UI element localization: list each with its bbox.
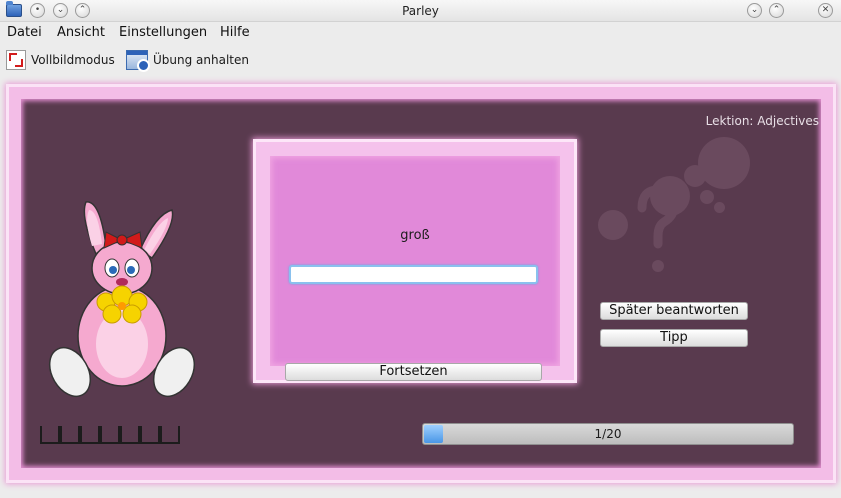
hint-button[interactable]: Tipp bbox=[600, 329, 748, 347]
pause-practice-icon bbox=[126, 50, 150, 72]
score-box bbox=[160, 426, 180, 444]
progress-bar: 1/20 bbox=[422, 423, 794, 445]
score-box bbox=[80, 426, 100, 444]
fullscreen-icon bbox=[6, 50, 26, 70]
question-card bbox=[256, 142, 574, 380]
minimize-icon[interactable]: ⌄ bbox=[747, 3, 762, 18]
score-box bbox=[100, 426, 120, 444]
bubble-decoration bbox=[598, 210, 628, 240]
question-word: groß bbox=[400, 228, 430, 243]
bubble-decoration bbox=[714, 202, 725, 213]
window-title: Parley bbox=[402, 4, 439, 18]
fullscreen-button[interactable]: Vollbildmodus bbox=[6, 49, 115, 71]
bunny-mascot-icon bbox=[48, 201, 196, 397]
lesson-label: Lektion: Adjectives bbox=[705, 114, 819, 128]
answer-later-button[interactable]: Später beantworten bbox=[600, 302, 748, 320]
score-box bbox=[120, 426, 140, 444]
menu-datei[interactable]: Datei bbox=[7, 25, 42, 40]
title-bar: • ⌄ ⌃ Parley ⌄ ⌃ ✕ bbox=[0, 0, 841, 22]
close-icon[interactable]: ✕ bbox=[818, 3, 833, 18]
pause-practice-label: Übung anhalten bbox=[153, 53, 249, 67]
score-box bbox=[140, 426, 160, 444]
score-box bbox=[60, 426, 80, 444]
fullscreen-label: Vollbildmodus bbox=[31, 53, 115, 67]
bubble-decoration bbox=[698, 137, 750, 189]
pause-practice-button[interactable]: Übung anhalten bbox=[126, 49, 249, 72]
answer-input[interactable] bbox=[289, 265, 538, 284]
menu-bar: Datei Ansicht Einstellungen Hilfe bbox=[0, 22, 841, 44]
menu-hilfe[interactable]: Hilfe bbox=[220, 25, 250, 40]
toolbar: Vollbildmodus Übung anhalten bbox=[0, 44, 841, 76]
score-box bbox=[40, 426, 60, 444]
maximize-icon[interactable]: ⌃ bbox=[769, 3, 784, 18]
progress-text: 1/20 bbox=[594, 427, 622, 441]
question-mark-icon bbox=[637, 186, 679, 272]
score-boxes bbox=[40, 426, 180, 444]
bubble-decoration bbox=[700, 190, 714, 204]
menu-ansicht[interactable]: Ansicht bbox=[57, 25, 105, 40]
menu-einstellungen[interactable]: Einstellungen bbox=[119, 25, 207, 40]
bubble-decoration bbox=[684, 165, 706, 187]
continue-button[interactable]: Fortsetzen bbox=[285, 363, 542, 381]
